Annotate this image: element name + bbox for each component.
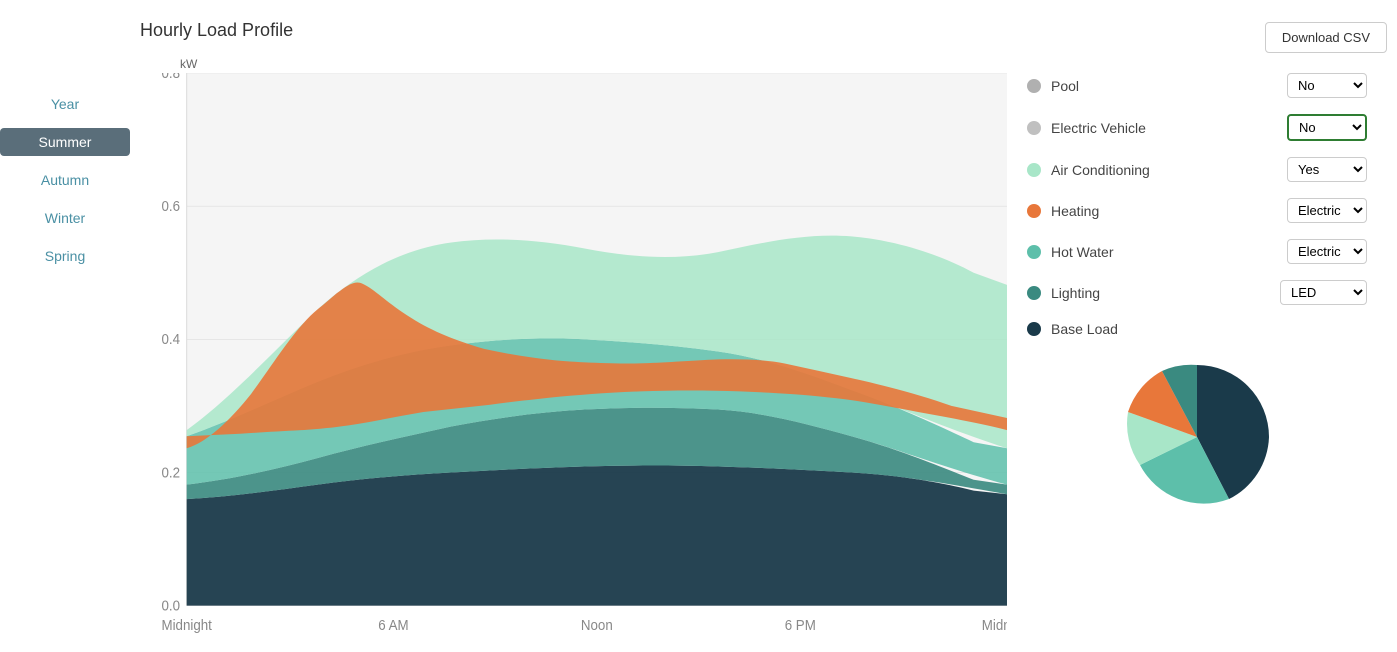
sidebar: Year Summer Autumn Winter Spring xyxy=(0,0,130,652)
heating-select[interactable]: Electric Gas No xyxy=(1287,198,1367,223)
y-axis-label: kW xyxy=(180,57,1007,71)
main-content: Hourly Load Profile Download CSV kW 0.8 … xyxy=(130,0,1397,652)
legend-row-pool: Pool No Yes xyxy=(1027,67,1367,104)
sidebar-item-year[interactable]: Year xyxy=(0,90,130,118)
svg-text:0.0: 0.0 xyxy=(161,597,180,614)
pool-dot xyxy=(1027,79,1041,93)
svg-text:0.4: 0.4 xyxy=(161,331,180,348)
ac-label: Air Conditioning xyxy=(1051,162,1277,178)
baseload-dot xyxy=(1027,322,1041,336)
pool-label: Pool xyxy=(1051,78,1277,94)
download-csv-button[interactable]: Download CSV xyxy=(1265,22,1387,53)
legend-row-ev: Electric Vehicle No Yes xyxy=(1027,108,1367,147)
sidebar-item-winter[interactable]: Winter xyxy=(0,204,130,232)
ev-label: Electric Vehicle xyxy=(1051,120,1277,136)
chart-wrapper: kW 0.8 0.6 0.4 0.2 0.0 xyxy=(140,57,1007,642)
svg-text:6 AM: 6 AM xyxy=(378,616,408,633)
hotwater-dot xyxy=(1027,245,1041,259)
sidebar-item-autumn[interactable]: Autumn xyxy=(0,166,130,194)
legend-row-hotwater: Hot Water Electric Gas Solar No xyxy=(1027,233,1367,270)
chart-header: Hourly Load Profile Download CSV xyxy=(140,20,1387,53)
sidebar-item-summer[interactable]: Summer xyxy=(0,128,130,156)
hotwater-label: Hot Water xyxy=(1051,244,1277,260)
legend-row-heating: Heating Electric Gas No xyxy=(1027,192,1367,229)
ac-dot xyxy=(1027,163,1041,177)
lighting-label: Lighting xyxy=(1051,285,1270,301)
chart-svg: 0.8 0.6 0.4 0.2 0.0 xyxy=(140,73,1007,642)
pie-chart-container xyxy=(1027,357,1367,517)
svg-text:0.8: 0.8 xyxy=(161,73,180,81)
svg-text:Noon: Noon xyxy=(581,616,613,633)
heating-dot xyxy=(1027,204,1041,218)
lighting-dot xyxy=(1027,286,1041,300)
legend-row-baseload: Base Load xyxy=(1027,315,1367,343)
legend-row-lighting: Lighting LED Standard No xyxy=(1027,274,1367,311)
svg-text:6 PM: 6 PM xyxy=(785,616,816,633)
ev-dot xyxy=(1027,121,1041,135)
svg-text:0.6: 0.6 xyxy=(161,197,180,214)
svg-text:0.2: 0.2 xyxy=(161,464,180,481)
pie-chart xyxy=(1112,357,1282,517)
right-panel: Pool No Yes Electric Vehicle No Yes Air … xyxy=(1007,57,1387,642)
svg-text:Midnight: Midnight xyxy=(161,616,212,633)
legend-row-ac: Air Conditioning Yes No xyxy=(1027,151,1367,188)
heating-label: Heating xyxy=(1051,203,1277,219)
chart-title: Hourly Load Profile xyxy=(140,20,293,41)
lighting-select[interactable]: LED Standard No xyxy=(1280,280,1367,305)
ev-select[interactable]: No Yes xyxy=(1287,114,1367,141)
ac-select[interactable]: Yes No xyxy=(1287,157,1367,182)
hotwater-select[interactable]: Electric Gas Solar No xyxy=(1287,239,1367,264)
svg-text:Midnight: Midnight xyxy=(982,616,1007,633)
baseload-label: Base Load xyxy=(1051,321,1367,337)
sidebar-item-spring[interactable]: Spring xyxy=(0,242,130,270)
pool-select[interactable]: No Yes xyxy=(1287,73,1367,98)
chart-area: kW 0.8 0.6 0.4 0.2 0.0 xyxy=(140,57,1387,642)
